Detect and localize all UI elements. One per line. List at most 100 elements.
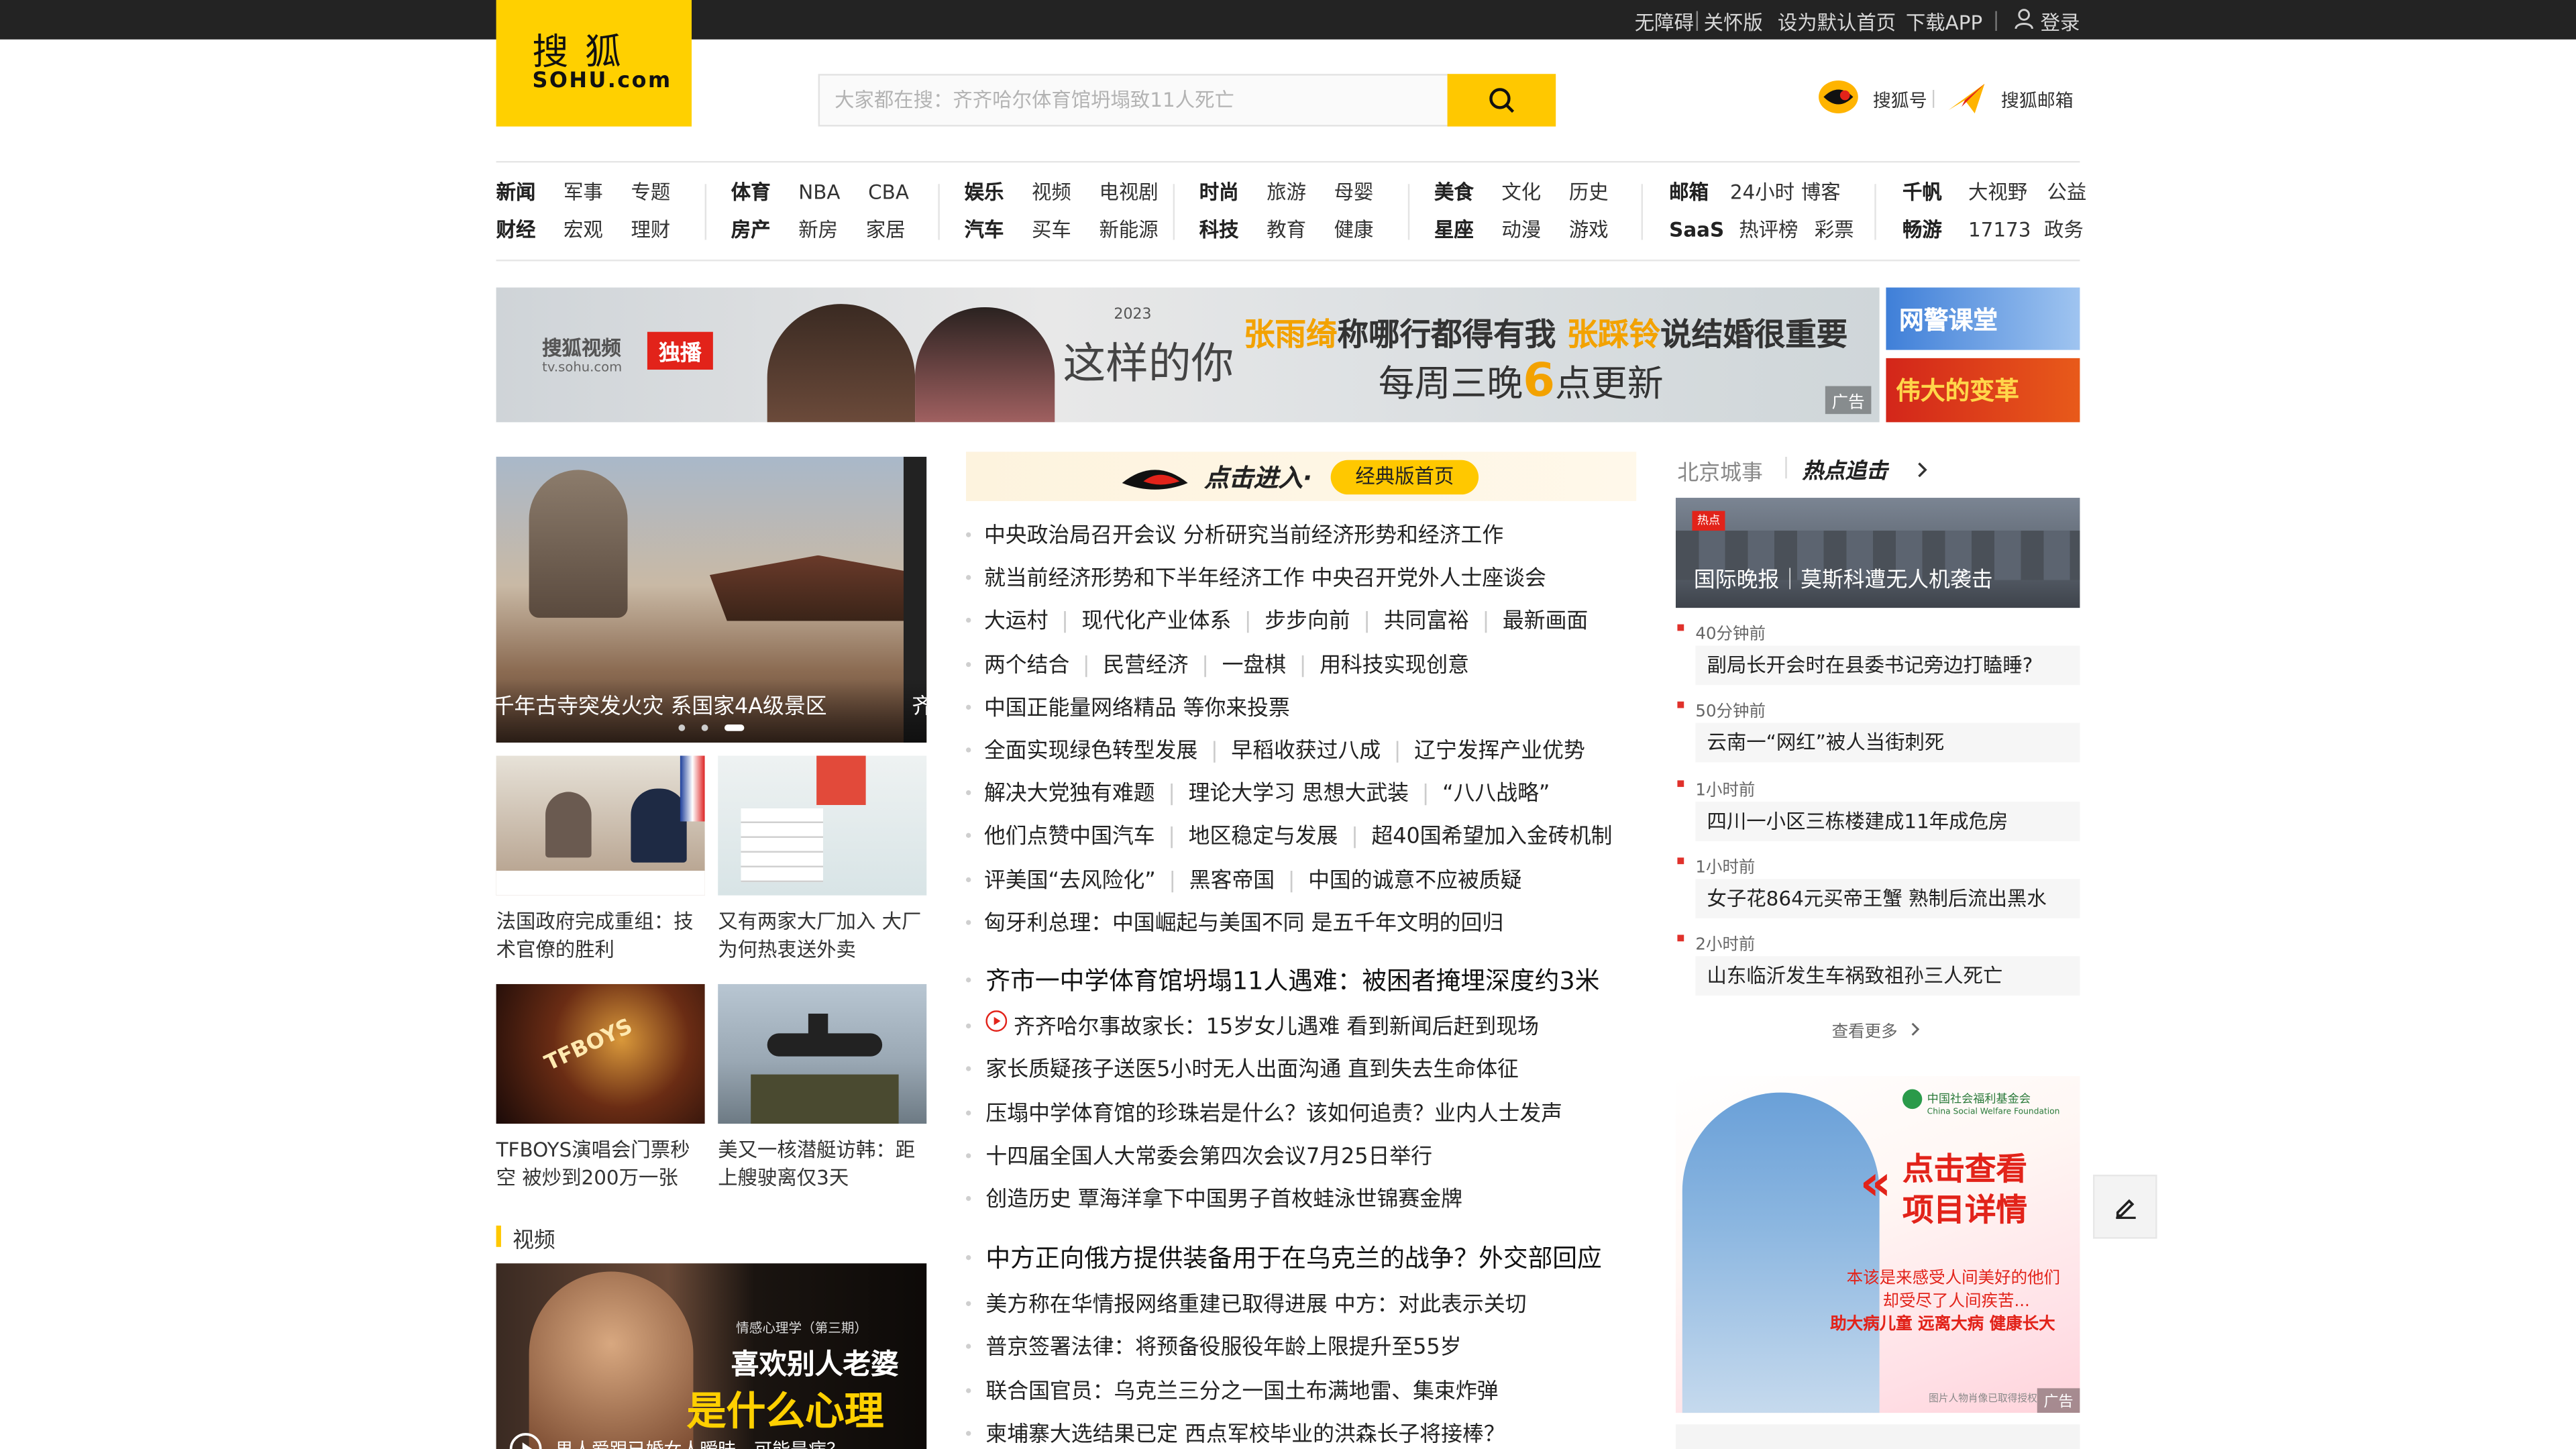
chevron-right-icon[interactable] xyxy=(1911,1022,1921,1036)
nav-item[interactable]: 专题 xyxy=(631,177,670,205)
news-link[interactable]: 地区稳定与发展 xyxy=(1189,825,1338,850)
thumb-caption[interactable]: TFBOYS演唱会门票秒空 被炒到200万一张 xyxy=(496,1137,705,1193)
nav-item[interactable]: 科技 xyxy=(1199,215,1239,244)
hot-news-item[interactable]: 女子花864元买帝王蟹 熟制后流出黑水 xyxy=(1695,878,2080,918)
news-link[interactable]: 现代化产业体系 xyxy=(1081,610,1231,635)
nav-item[interactable]: 新能源 xyxy=(1099,215,1158,244)
news-link[interactable]: “八八战略” xyxy=(1442,782,1550,807)
thumb-submarine[interactable] xyxy=(718,983,927,1124)
news-link[interactable]: 评美国“去风险化” xyxy=(984,869,1156,894)
news-link[interactable]: 共同富裕 xyxy=(1384,610,1469,635)
carousel-dot-active[interactable] xyxy=(724,724,745,731)
news-link[interactable]: 超40国希望加入金砖机制 xyxy=(1371,825,1612,850)
nav-item[interactable]: 汽车 xyxy=(965,215,1004,244)
nav-item[interactable]: 邮箱 xyxy=(1669,177,1709,205)
download-app-link[interactable]: 下载APP xyxy=(1906,8,1982,36)
nav-item[interactable]: 新闻 xyxy=(496,177,536,205)
classic-home-entry[interactable]: 点击进入· 经典版首页 xyxy=(966,451,1637,501)
side-ad-reform[interactable]: 伟大的变革 xyxy=(1886,358,2080,423)
nav-item[interactable]: 房产 xyxy=(731,215,771,244)
nav-item[interactable]: CBA xyxy=(868,180,909,203)
side-ad-police[interactable]: 网警课堂 xyxy=(1886,287,2080,350)
nav-item[interactable]: 公益 xyxy=(2047,177,2087,205)
nav-item[interactable]: 母婴 xyxy=(1334,177,1374,205)
nav-item[interactable]: 教育 xyxy=(1267,215,1306,244)
news-link[interactable]: 两个结合 xyxy=(984,653,1069,678)
accessibility-link[interactable]: 无障碍 xyxy=(1635,8,1694,36)
news-link[interactable]: 柬埔寨大选结果已定 西点军校毕业的洪森长子将接棒？ xyxy=(985,1416,1505,1448)
nav-item[interactable]: 体育 xyxy=(731,177,771,205)
nav-item[interactable]: 博客 xyxy=(1801,177,1841,205)
news-link[interactable]: 步步向前 xyxy=(1265,610,1350,635)
news-link[interactable]: 联合国官员：乌克兰三分之一国土布满地雷、集束炸弹 xyxy=(985,1373,1498,1404)
nav-item[interactable]: 历史 xyxy=(1569,177,1609,205)
nav-item[interactable]: NBA xyxy=(798,180,840,203)
news-link[interactable]: 中央政治局召开会议 分析研究当前经济形势和经济工作 xyxy=(984,524,1503,549)
video-banner-ad[interactable]: 搜狐视频 tv.sohu.com 独播 2023 这样的你 张雨绮称哪行都得有我… xyxy=(496,287,1880,423)
nav-item[interactable]: 热评榜 xyxy=(1739,215,1798,244)
carousel-caption[interactable]: 千年古寺突发火灾 系国家4A级景区 xyxy=(496,688,827,720)
focus-carousel[interactable]: 千年古寺突发火灾 系国家4A级景区 齐 xyxy=(496,456,927,743)
sohu-hao-icon[interactable] xyxy=(1817,79,1860,115)
news-link[interactable]: 创造历史 覃海洋拿下中国男子首枚蛙泳世锦赛金牌 xyxy=(985,1181,1462,1213)
sohu-mail-icon[interactable] xyxy=(1945,77,1992,117)
city-tab[interactable]: 北京城事 xyxy=(1677,455,1762,486)
thumb-caption[interactable]: 又有两家大厂加入 大厂为何热衷送外卖 xyxy=(718,908,926,964)
login-link[interactable]: 登录 xyxy=(2041,8,2080,36)
hot-news-item[interactable]: 四川一小区三栋楼建成11年成危房 xyxy=(1695,801,2080,841)
news-link[interactable]: 大运村 xyxy=(984,610,1049,635)
search-input[interactable] xyxy=(820,75,1448,125)
news-link[interactable]: 早稻收获过八成 xyxy=(1231,739,1381,764)
sohu-mail-link[interactable]: 搜狐邮箱 xyxy=(2001,87,2074,113)
nav-item[interactable]: 政务 xyxy=(2044,215,2084,244)
news-link[interactable]: 一盘棋 xyxy=(1222,653,1287,678)
nav-item[interactable]: 新房 xyxy=(798,215,838,244)
nav-item[interactable]: 时尚 xyxy=(1199,177,1239,205)
nav-item[interactable]: SaaS xyxy=(1669,219,1724,241)
nav-item[interactable]: 彩票 xyxy=(1815,215,1854,244)
classic-home-button[interactable]: 经典版首页 xyxy=(1330,460,1479,495)
hot-headline-image[interactable]: 热点 国际晚报｜莫斯科遭无人机袭击 xyxy=(1675,498,2080,608)
news-link[interactable]: 辽宁发挥产业优势 xyxy=(1414,739,1585,764)
video-section-title[interactable]: 视频 xyxy=(513,1222,555,1254)
nav-item[interactable]: 文化 xyxy=(1501,177,1541,205)
hot-news-item[interactable]: 云南一“网红”被人当街刺死 xyxy=(1695,723,2080,763)
thumb-france[interactable] xyxy=(496,755,705,896)
nav-item[interactable]: 买车 xyxy=(1032,215,1071,244)
chevron-right-icon[interactable] xyxy=(1917,462,1929,478)
hot-news-item[interactable]: 副局长开会时在县委书记旁边打瞌睡? xyxy=(1695,645,2080,686)
news-link[interactable]: 用科技实现创意 xyxy=(1320,653,1469,678)
hot-tab[interactable]: 热点追击 xyxy=(1803,453,1888,485)
search-button[interactable] xyxy=(1447,74,1556,127)
headline[interactable]: 中方正向俄方提供装备用于在乌克兰的战争？外交部回应 xyxy=(985,1240,1601,1275)
see-more-link[interactable]: 查看更多 xyxy=(1832,1017,1898,1042)
headline[interactable]: 齐市一中学体育馆坍塌11人遇难：被困者掩埋深度约3米 xyxy=(985,963,1599,997)
nav-item[interactable]: 军事 xyxy=(564,177,603,205)
play-icon[interactable] xyxy=(509,1433,542,1449)
news-link[interactable]: 中国正能量网络精品 等你来投票 xyxy=(984,696,1290,721)
carousel-dot[interactable] xyxy=(678,724,686,731)
news-link[interactable]: 家长质疑孩子送医5小时无人出面沟通 直到失去生命体征 xyxy=(985,1052,1518,1083)
nav-item[interactable]: 千帆 xyxy=(1902,177,1942,205)
nav-item[interactable]: 星座 xyxy=(1434,215,1474,244)
sohu-logo[interactable]: 搜狐 SOHU.com xyxy=(496,0,692,127)
nav-item[interactable]: 健康 xyxy=(1334,215,1374,244)
news-link[interactable]: 普京签署法律：将预备役服役年龄上限提升至55岁 xyxy=(985,1330,1461,1361)
news-link[interactable]: 理论大学习 思想大武装 xyxy=(1189,782,1409,807)
news-link[interactable]: 就当前经济形势和下半年经济工作 中央召开党外人士座谈会 xyxy=(984,567,1546,592)
video-poster[interactable]: 情感心理学（第三期） 喜欢别人老婆 是什么心理 男人爱跟已婚女人暧昧，可能是病？ xyxy=(496,1263,927,1449)
nav-item[interactable]: 24小时 xyxy=(1730,177,1794,205)
care-mode-link[interactable]: 关怀版 xyxy=(1704,8,1763,36)
hot-news-item[interactable]: 山东临沂发生车祸致祖孙三人死亡 xyxy=(1695,956,2080,996)
nav-item[interactable]: 美食 xyxy=(1434,177,1474,205)
feedback-button[interactable] xyxy=(2093,1175,2157,1239)
nav-item[interactable]: 动漫 xyxy=(1501,215,1541,244)
nav-item[interactable]: 旅游 xyxy=(1267,177,1306,205)
nav-item[interactable]: 家居 xyxy=(866,215,906,244)
news-link[interactable]: 解决大党独有难题 xyxy=(984,782,1155,807)
thumb-tfboys[interactable]: TFBOYS xyxy=(496,983,705,1124)
nav-item[interactable]: 电视剧 xyxy=(1099,177,1158,205)
nav-item[interactable]: 游戏 xyxy=(1569,215,1609,244)
nav-item[interactable]: 视频 xyxy=(1032,177,1071,205)
nav-item[interactable]: 大视野 xyxy=(1968,177,2027,205)
